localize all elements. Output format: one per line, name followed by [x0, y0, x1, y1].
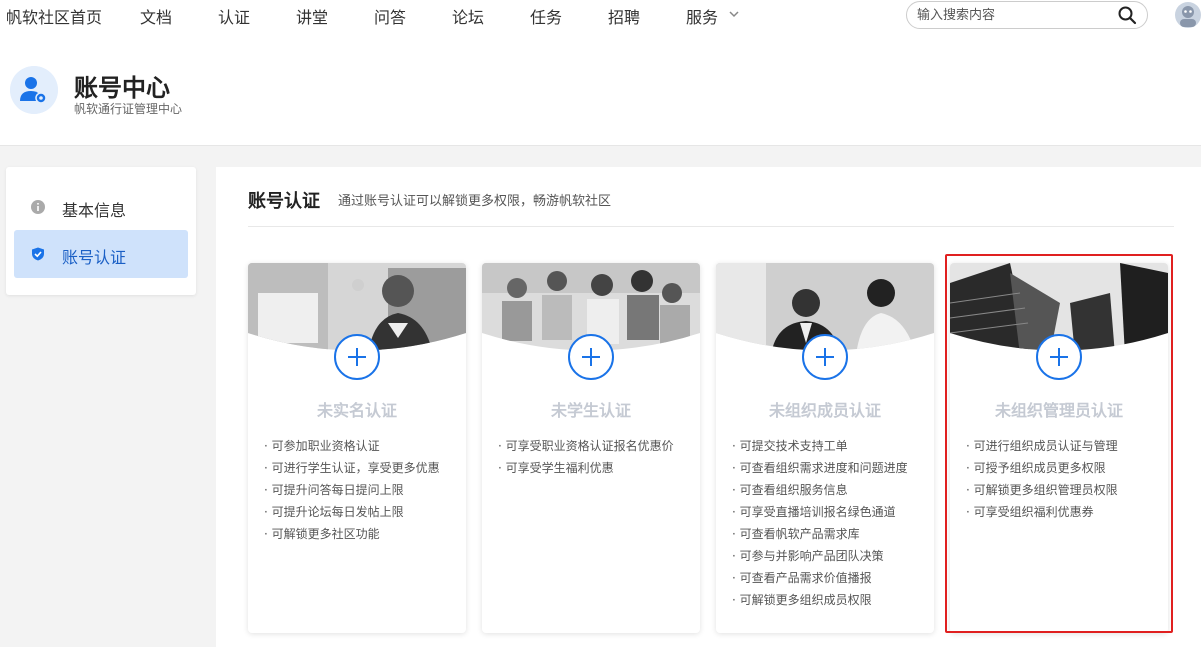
divider — [248, 226, 1174, 227]
list-item: 可查看组织需求进度和问题进度 — [732, 457, 908, 479]
card-title: 未组织成员认证 — [768, 401, 881, 420]
list-item: 可进行学生认证，享受更多优惠 — [264, 457, 440, 479]
shield-check-icon — [32, 247, 44, 261]
list-item: 可享受学生福利优惠 — [498, 457, 674, 479]
card-org-member: 未组织成员认证 可提交技术支持工单 可查看组织需求进度和问题进度 可查看组织服务… — [716, 263, 934, 633]
search-box — [906, 1, 1148, 29]
card-student: 未学生认证 可享受职业资格认证报名优惠价 可享受学生福利优惠 — [482, 263, 700, 633]
page-subtitle: 帆软通行证管理中心 — [74, 102, 183, 116]
info-icon — [31, 200, 45, 214]
account-settings-icon — [10, 66, 58, 114]
list-item: 可查看帆软产品需求库 — [732, 523, 908, 545]
card-real-name: 未实名认证 可参加职业资格认证 可进行学生认证，享受更多优惠 可提升问答每日提问… — [248, 263, 466, 633]
add-certification-button[interactable] — [802, 334, 848, 380]
list-item: 可享受直播培训报名绿色通道 — [732, 501, 908, 523]
benefit-list: 可参加职业资格认证 可进行学生认证，享受更多优惠 可提升问答每日提问上限 可提升… — [264, 435, 440, 545]
list-item: 可提升问答每日提问上限 — [264, 479, 440, 501]
nav-docs[interactable]: 文档 — [140, 4, 172, 28]
chevron-down-icon[interactable] — [728, 8, 740, 20]
sidebar-item-label: 账号认证 — [62, 248, 127, 267]
card-title: 未实名认证 — [316, 401, 397, 420]
add-certification-button[interactable] — [568, 334, 614, 380]
nav-qa[interactable]: 问答 — [374, 4, 406, 28]
list-item: 可查看产品需求价值播报 — [732, 567, 908, 589]
nav-certification[interactable]: 认证 — [218, 4, 250, 28]
list-item: 可提升论坛每日发帖上限 — [264, 501, 440, 523]
section-subtitle: 通过账号认证可以解锁更多权限，畅游帆软社区 — [338, 194, 612, 209]
main-panel: 账号认证 通过账号认证可以解锁更多权限，畅游帆软社区 未实名认证 可参加职业资格… — [216, 167, 1201, 647]
add-certification-button[interactable] — [334, 334, 380, 380]
sidebar-item-basic-info[interactable]: 基本信息 — [14, 183, 188, 231]
list-item: 可查看组织服务信息 — [732, 479, 908, 501]
list-item: 可提交技术支持工单 — [732, 435, 908, 457]
section-title: 账号认证 — [248, 191, 320, 212]
nav-jobs[interactable]: 招聘 — [608, 4, 640, 28]
page-header: 账号中心 帆软通行证管理中心 — [0, 30, 1201, 146]
benefit-list: 可享受职业资格认证报名优惠价 可享受学生福利优惠 — [498, 435, 674, 479]
sidebar-item-label: 基本信息 — [62, 201, 127, 220]
user-avatar[interactable] — [1173, 0, 1201, 30]
nav-services[interactable]: 服务 — [686, 4, 718, 28]
nav-forum[interactable]: 论坛 — [452, 4, 484, 28]
card-title: 未学生认证 — [550, 401, 631, 420]
sidebar: 基本信息 账号认证 — [6, 167, 196, 295]
selection-highlight — [945, 254, 1173, 633]
list-item: 可解锁更多组织成员权限 — [732, 589, 908, 611]
search-icon[interactable] — [1117, 5, 1137, 25]
nav-home-link[interactable]: 帆软社区首页 — [6, 4, 102, 28]
list-item: 可参加职业资格认证 — [264, 435, 440, 457]
benefit-list: 可提交技术支持工单 可查看组织需求进度和问题进度 可查看组织服务信息 可享受直播… — [732, 435, 908, 611]
top-nav: 帆软社区首页 文档 认证 讲堂 问答 论坛 任务 招聘 服务 — [0, 0, 1201, 30]
page-title: 账号中心 — [74, 74, 170, 102]
nav-lecture[interactable]: 讲堂 — [296, 4, 328, 28]
nav-tasks[interactable]: 任务 — [530, 4, 562, 28]
list-item: 可参与并影响产品团队决策 — [732, 545, 908, 567]
sidebar-item-account-certification[interactable]: 账号认证 — [14, 230, 188, 278]
list-item: 可解锁更多社区功能 — [264, 523, 440, 545]
search-input[interactable] — [917, 5, 1107, 25]
list-item: 可享受职业资格认证报名优惠价 — [498, 435, 674, 457]
